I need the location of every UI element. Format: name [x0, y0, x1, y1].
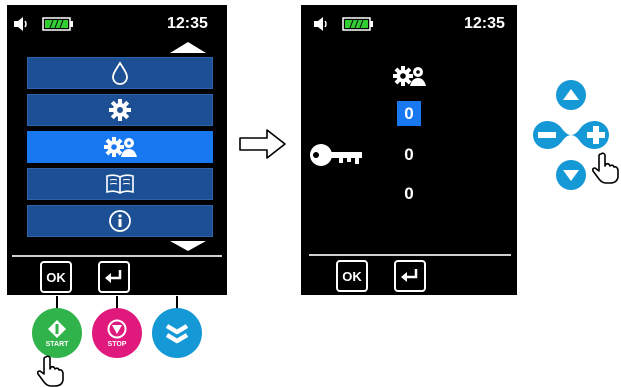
ok-key[interactable]: OK	[336, 260, 368, 292]
user-settings-icon	[393, 66, 426, 86]
book-icon	[106, 174, 134, 194]
double-chevron-down-icon	[165, 324, 189, 344]
next-arrow-icon	[239, 129, 286, 159]
droplet-icon	[112, 61, 128, 85]
back-key[interactable]	[98, 261, 130, 293]
menu-item-info[interactable]	[27, 205, 213, 237]
left-screen: 12:35 OK	[7, 5, 227, 295]
right-screen: 12:35 0 0 0 OK	[301, 5, 517, 295]
code-digit-2[interactable]: 0	[397, 142, 421, 167]
stop-button[interactable]: STOP	[92, 308, 142, 358]
start-button[interactable]: START	[32, 308, 82, 358]
info-icon	[109, 210, 131, 232]
scroll-up-icon[interactable]	[170, 42, 206, 53]
stop-icon	[107, 319, 127, 338]
menu-item-manual[interactable]	[27, 168, 213, 200]
back-key[interactable]	[394, 260, 426, 292]
clock-time: 12:35	[167, 15, 208, 32]
pointing-hand-icon	[591, 152, 619, 184]
gear-icon	[109, 99, 131, 121]
user-settings-icon	[104, 137, 137, 157]
battery-icon	[342, 17, 373, 31]
menu-item-settings[interactable]	[27, 94, 213, 126]
speaker-icon	[314, 17, 327, 31]
return-icon	[105, 270, 122, 283]
clock-time: 12:35	[464, 15, 505, 32]
return-icon	[401, 269, 418, 282]
key-icon	[310, 144, 362, 166]
start-icon	[48, 319, 66, 338]
stop-label: STOP	[107, 340, 127, 348]
battery-icon	[42, 17, 73, 31]
pointing-hand-icon	[36, 355, 64, 387]
code-digit-1[interactable]: 0	[397, 101, 421, 126]
scroll-down-icon[interactable]	[170, 241, 206, 251]
screen-divider	[309, 254, 511, 256]
screen-divider	[12, 255, 222, 257]
menu-item-water[interactable]	[27, 57, 213, 89]
scroll-button[interactable]	[152, 308, 202, 358]
menu-item-user-settings[interactable]	[27, 131, 213, 163]
code-digit-3[interactable]: 0	[397, 181, 421, 206]
speaker-icon	[14, 17, 27, 31]
ok-key[interactable]: OK	[40, 261, 72, 293]
navigation-pad[interactable]	[527, 78, 621, 198]
start-label: START	[45, 340, 69, 348]
